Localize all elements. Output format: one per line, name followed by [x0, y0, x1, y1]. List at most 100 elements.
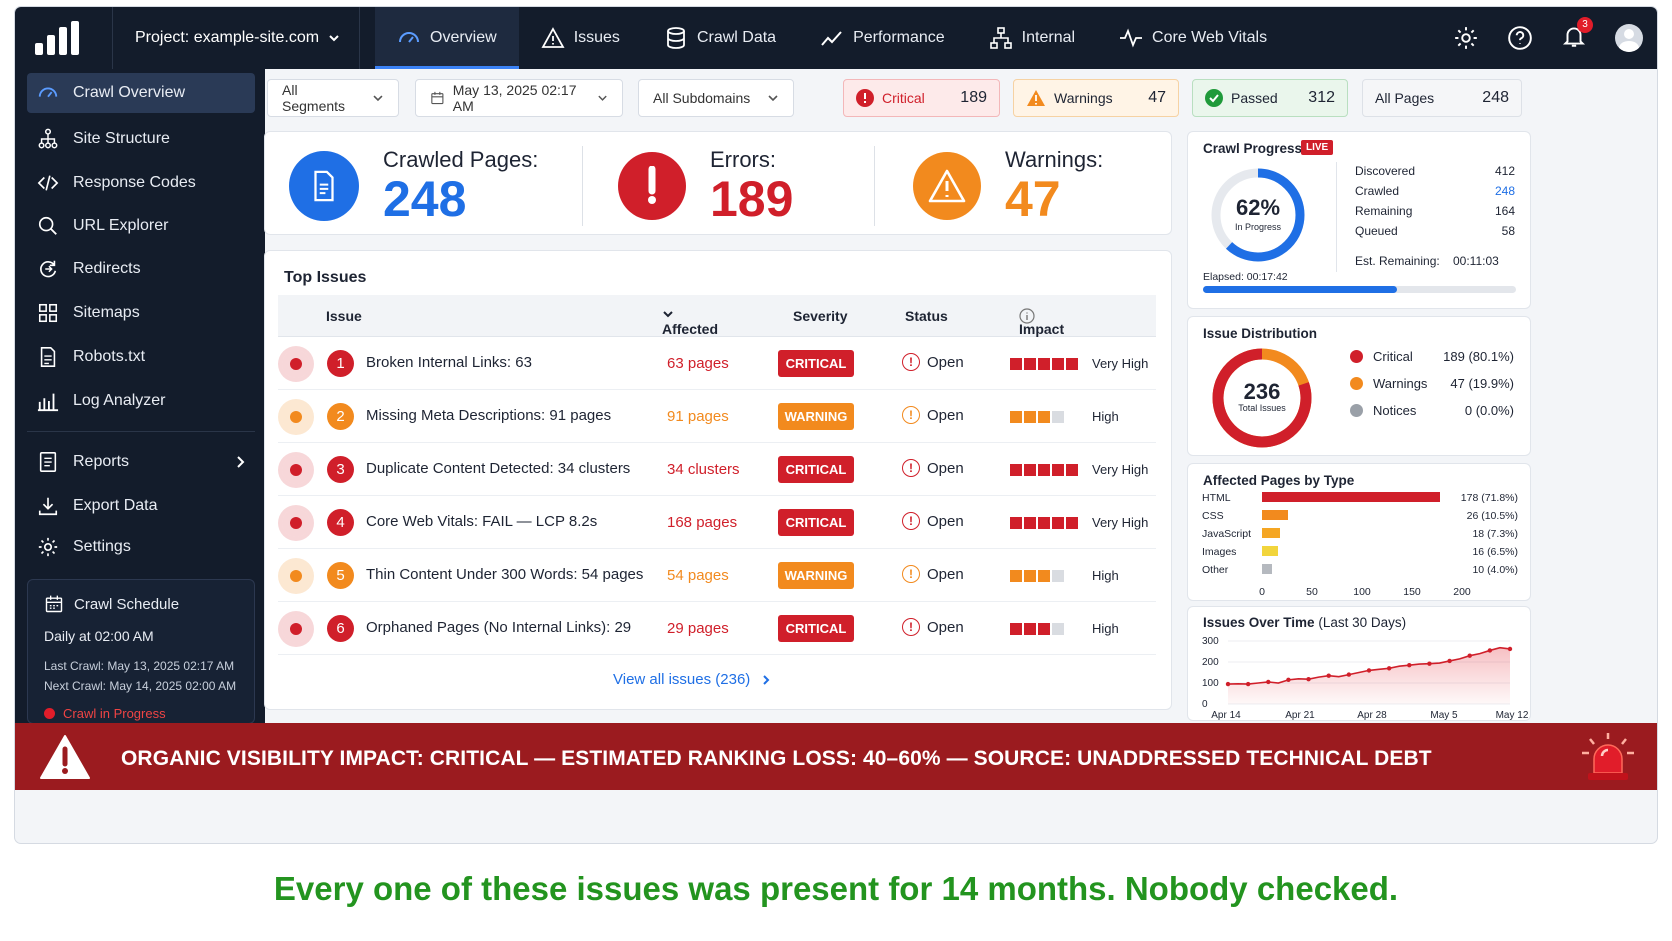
sidebar-item-robots[interactable]: Robots.txt: [27, 337, 255, 377]
project-selector[interactable]: Project: example-site.com: [112, 7, 360, 69]
data-point[interactable]: [1286, 677, 1291, 683]
chip-value: 47: [1148, 89, 1166, 106]
gear-icon[interactable]: [1453, 25, 1479, 51]
data-point[interactable]: [1447, 658, 1452, 664]
data-point[interactable]: [1467, 653, 1472, 658]
data-point[interactable]: [1407, 662, 1412, 668]
alert-circle-icon: [618, 152, 686, 220]
data-point[interactable]: [1507, 646, 1513, 652]
alert-circle-icon: !: [902, 618, 920, 636]
issue-name[interactable]: Broken Internal Links: 63: [366, 354, 532, 371]
sidebar-item-label: Robots.txt: [73, 348, 146, 365]
hierarchy-icon: [38, 128, 58, 149]
data-point[interactable]: [1225, 681, 1231, 687]
table-header: Issue Affected Severity Status Impact: [278, 295, 1156, 337]
col-issue[interactable]: Issue: [326, 308, 362, 324]
download-icon: [38, 497, 58, 516]
affected-count[interactable]: 29 pages: [667, 620, 729, 637]
issue-name[interactable]: Core Web Vitals: FAIL — LCP 8.2s: [366, 513, 597, 530]
issue-name[interactable]: Orphaned Pages (No Internal Links): 29: [366, 619, 631, 636]
status-cell: ! Open: [902, 353, 964, 371]
critical-filter-chip[interactable]: Critical 189: [843, 79, 1000, 117]
sidebar-item-sitemaps[interactable]: Sitemaps: [27, 293, 255, 333]
table-row[interactable]: 2 Missing Meta Descriptions: 91 pages 91…: [278, 390, 1156, 443]
all-pages-filter-chip[interactable]: All Pages 248: [1362, 79, 1522, 117]
bar[interactable]: [1262, 528, 1280, 538]
bar[interactable]: [1262, 546, 1278, 556]
affected-count[interactable]: 63 pages: [667, 355, 729, 372]
table-row[interactable]: 5 Thin Content Under 300 Words: 54 pages…: [278, 549, 1156, 602]
sidebar-item-response-codes[interactable]: Response Codes: [27, 163, 255, 203]
tab-issues[interactable]: Issues: [519, 7, 642, 69]
tab-overview[interactable]: Overview: [375, 7, 519, 69]
tab-core-web-vitals[interactable]: Core Web Vitals: [1097, 7, 1289, 69]
impact-bar-segment: [1066, 464, 1078, 476]
segments-select[interactable]: All Segments: [267, 79, 399, 117]
col-status[interactable]: Status: [905, 308, 948, 324]
issue-name[interactable]: Duplicate Content Detected: 34 clusters: [366, 460, 630, 477]
tab-internal[interactable]: Internal: [967, 7, 1097, 69]
data-point[interactable]: [1266, 679, 1271, 685]
help-icon[interactable]: [1507, 25, 1533, 51]
warnings-filter-chip[interactable]: Warnings 47: [1013, 79, 1179, 117]
affected-count[interactable]: 54 pages: [667, 567, 729, 584]
subdomains-select[interactable]: All Subdomains: [638, 79, 794, 117]
data-point[interactable]: [1386, 666, 1392, 671]
app-logo[interactable]: [35, 21, 79, 55]
table-row[interactable]: 1 Broken Internal Links: 63 63 pages CRI…: [278, 337, 1156, 390]
bar[interactable]: [1262, 564, 1272, 574]
data-point[interactable]: [1245, 681, 1251, 687]
data-point[interactable]: [1366, 668, 1372, 673]
view-all-issues-link[interactable]: View all issues (236): [613, 671, 772, 688]
sidebar-item-url-explorer[interactable]: URL Explorer: [27, 206, 255, 246]
impact-bars: [1010, 411, 1064, 423]
affected-count[interactable]: 91 pages: [667, 408, 729, 425]
date-select[interactable]: May 13, 2025 02:17 AM: [415, 79, 623, 117]
data-point[interactable]: [1487, 648, 1493, 653]
sidebar-item-settings[interactable]: Settings: [27, 527, 255, 567]
table-row[interactable]: 3 Duplicate Content Detected: 34 cluster…: [278, 443, 1156, 496]
impact-bar-segment: [1024, 623, 1036, 635]
col-affected[interactable]: Affected: [662, 308, 718, 337]
data-point[interactable]: [1306, 677, 1311, 682]
table-row[interactable]: 6 Orphaned Pages (No Internal Links): 29…: [278, 602, 1156, 655]
table-row[interactable]: 4 Core Web Vitals: FAIL — LCP 8.2s 168 p…: [278, 496, 1156, 549]
check-circle-icon: [1205, 89, 1223, 107]
sidebar-item-reports[interactable]: Reports: [27, 442, 255, 482]
tab-crawl-data[interactable]: Crawl Data: [642, 7, 798, 69]
document-icon: [289, 151, 359, 221]
data-point[interactable]: [1346, 672, 1352, 677]
sidebar-item-export-data[interactable]: Export Data: [27, 486, 255, 526]
sitemap-icon: [989, 27, 1012, 49]
sidebar-item-log-analyzer[interactable]: Log Analyzer: [27, 381, 255, 421]
sidebar-item-redirects[interactable]: Redirects: [27, 249, 255, 289]
sidebar-item-label: Response Codes: [73, 174, 196, 191]
sidebar-item-site-structure[interactable]: Site Structure: [27, 119, 255, 159]
col-impact[interactable]: Impact: [1019, 308, 1064, 337]
alert-circle-icon: !: [902, 565, 920, 583]
sidebar-item-crawl-overview[interactable]: Crawl Overview: [27, 73, 255, 113]
issue-name[interactable]: Thin Content Under 300 Words: 54 pages: [366, 566, 643, 583]
bar[interactable]: [1262, 510, 1288, 520]
issue-name[interactable]: Missing Meta Descriptions: 91 pages: [366, 407, 611, 424]
progress-bar-fill: [1203, 286, 1398, 293]
status-label: Open: [927, 512, 964, 530]
status-cell: ! Open: [902, 618, 964, 636]
data-point[interactable]: [1326, 673, 1331, 678]
tab-performance[interactable]: Performance: [798, 7, 967, 69]
status-cell: ! Open: [902, 459, 964, 477]
affected-count[interactable]: 34 clusters: [667, 461, 740, 478]
x-tick-label: 50: [1306, 586, 1318, 598]
col-severity[interactable]: Severity: [793, 308, 847, 324]
database-icon: [667, 27, 685, 49]
tab-label: Overview: [430, 29, 497, 46]
passed-filter-chip[interactable]: Passed 312: [1192, 79, 1348, 117]
bar-category-label: Other: [1202, 564, 1229, 576]
data-point[interactable]: [1427, 661, 1432, 666]
affected-count[interactable]: 168 pages: [667, 514, 737, 531]
sidebar-item-label: Site Structure: [73, 130, 170, 147]
warning-icon: [541, 27, 565, 48]
bar[interactable]: [1262, 492, 1440, 502]
notifications-button[interactable]: 3: [1561, 16, 1593, 54]
avatar[interactable]: [1615, 24, 1643, 52]
